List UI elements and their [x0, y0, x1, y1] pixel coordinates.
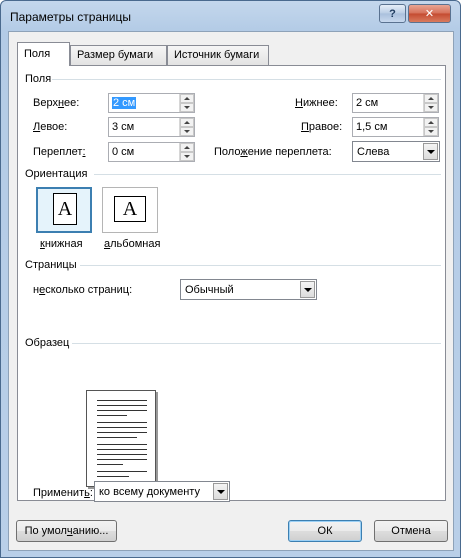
page-preview — [86, 390, 156, 487]
right-margin-value[interactable]: 1,5 см — [356, 121, 387, 133]
margins-panel: Поля Верхнее: 2 см Левое: 3 см Переплет:… — [17, 65, 446, 502]
spinner-arrows[interactable] — [423, 94, 438, 112]
tab-margins[interactable]: Поля — [17, 42, 70, 66]
tab-paper-source[interactable]: Источник бумаги — [167, 45, 269, 65]
gutter-position-select[interactable]: Слева — [352, 141, 440, 162]
spin-down-icon[interactable] — [424, 127, 438, 136]
portrait-page-icon: A — [53, 193, 77, 225]
help-button[interactable]: ? — [379, 4, 406, 23]
gutter-label: Переплет: — [33, 146, 86, 158]
spin-down-icon[interactable] — [180, 103, 194, 112]
dialog-body: Поля Размер бумаги Источник бумаги Поля … — [8, 31, 454, 551]
gutter-spinner[interactable]: 0 см — [108, 142, 195, 162]
bottom-margin-label: Нижнее: — [295, 97, 338, 109]
spin-up-icon[interactable] — [424, 118, 438, 127]
group-divider — [94, 174, 441, 175]
cancel-button[interactable]: Отмена — [374, 520, 448, 542]
window-title: Параметры страницы — [10, 10, 131, 24]
group-divider — [52, 79, 441, 80]
left-margin-spinner[interactable]: 3 см — [108, 117, 195, 137]
close-button[interactable]: ✕ — [408, 4, 451, 23]
preview-group-label: Образец — [25, 337, 70, 349]
portrait-option[interactable]: A — [36, 187, 92, 233]
right-margin-label: Правое: — [301, 121, 343, 133]
left-margin-value[interactable]: 3 см — [112, 121, 134, 133]
left-margin-label: Левое: — [33, 121, 68, 133]
apply-to-label: Применить: — [33, 487, 93, 499]
spin-down-icon[interactable] — [424, 103, 438, 112]
spinner-arrows[interactable] — [423, 118, 438, 136]
spin-up-icon[interactable] — [180, 94, 194, 103]
spinner-arrows[interactable] — [179, 143, 194, 161]
right-margin-spinner[interactable]: 1,5 см — [352, 117, 439, 137]
title-bar[interactable]: Параметры страницы ? ✕ — [1, 1, 460, 31]
top-margin-spinner[interactable]: 2 см — [108, 93, 195, 113]
landscape-page-icon: A — [114, 196, 146, 222]
multiple-pages-select[interactable]: Обычный — [180, 279, 317, 300]
chevron-down-icon[interactable] — [300, 281, 315, 298]
landscape-option[interactable]: A — [102, 187, 158, 233]
spin-up-icon[interactable] — [424, 94, 438, 103]
bottom-margin-spinner[interactable]: 2 см — [352, 93, 439, 113]
chevron-down-icon[interactable] — [213, 483, 228, 500]
page-setup-dialog: Параметры страницы ? ✕ Поля Размер бумаг… — [0, 0, 461, 558]
spin-up-icon[interactable] — [180, 143, 194, 152]
landscape-label: альбомная — [104, 238, 161, 250]
gutter-position-label: Положение переплета: — [214, 146, 332, 158]
portrait-label: книжная — [40, 238, 83, 250]
spinner-arrows[interactable] — [179, 118, 194, 136]
orientation-group-label: Ориентация — [25, 168, 88, 180]
top-margin-label: Верхнее: — [33, 97, 80, 109]
bottom-margin-value[interactable]: 2 см — [356, 97, 378, 109]
spinner-arrows[interactable] — [179, 94, 194, 112]
multiple-pages-label: несколько страниц: — [33, 284, 133, 296]
ok-button[interactable]: ОК — [288, 520, 362, 542]
set-default-button[interactable]: По умол ч анию... — [16, 520, 117, 542]
pages-group-label: Страницы — [25, 259, 77, 271]
group-divider — [72, 343, 441, 344]
apply-to-select[interactable]: ко всему документу — [94, 481, 230, 502]
spin-down-icon[interactable] — [180, 152, 194, 161]
group-divider — [80, 265, 441, 266]
gutter-position-value[interactable]: Слева — [357, 146, 389, 158]
multiple-pages-value[interactable]: Обычный — [185, 284, 234, 296]
apply-to-value[interactable]: ко всему документу — [99, 486, 200, 498]
spin-up-icon[interactable] — [180, 118, 194, 127]
chevron-down-icon[interactable] — [423, 143, 438, 160]
top-margin-value[interactable]: 2 см — [112, 97, 137, 109]
gutter-value[interactable]: 0 см — [112, 146, 134, 158]
spin-down-icon[interactable] — [180, 127, 194, 136]
tab-paper-size[interactable]: Размер бумаги — [70, 45, 167, 65]
margins-group-label: Поля — [25, 73, 52, 85]
